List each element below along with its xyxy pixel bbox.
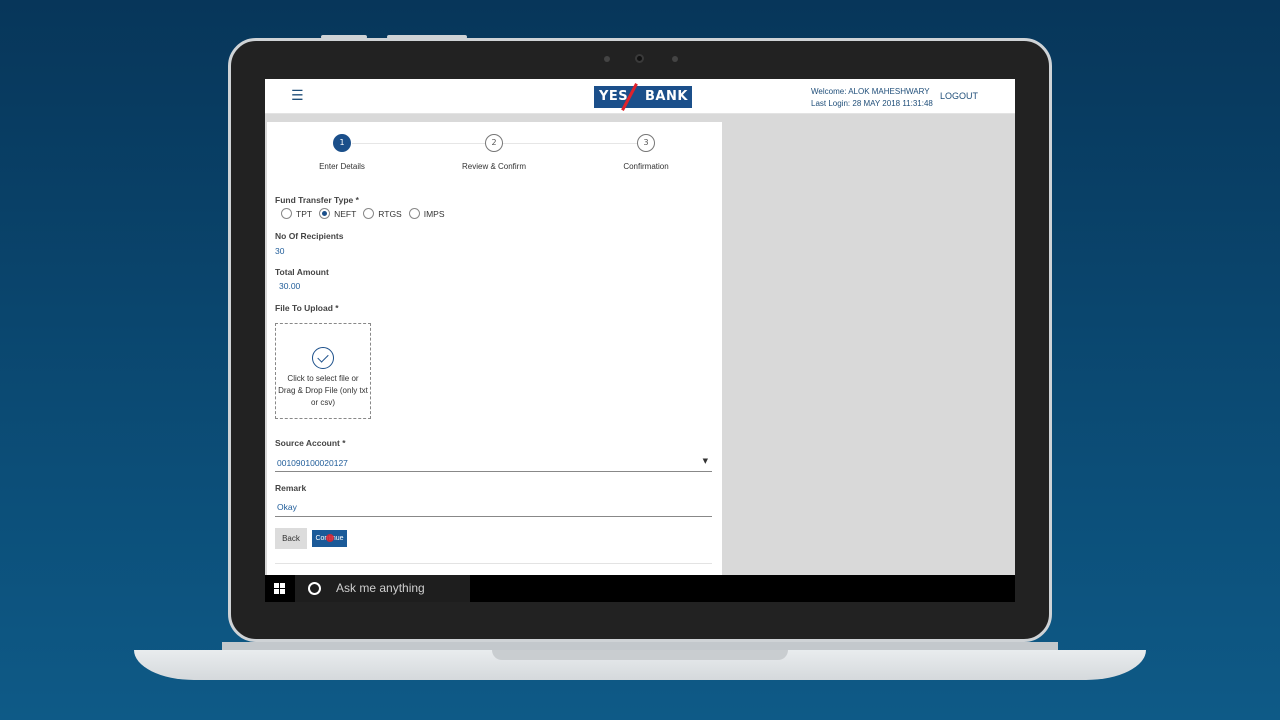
webcam-icon	[635, 54, 644, 63]
sensor-dot-left	[604, 56, 610, 62]
step-number: 2	[485, 134, 503, 152]
radio-button[interactable]	[281, 208, 292, 219]
logout-link[interactable]: LOGOUT	[940, 91, 978, 101]
laptop-base-notch	[492, 650, 788, 660]
step-label: Confirmation	[623, 162, 669, 171]
step-enter-details: 1 Enter Details	[272, 134, 412, 171]
radio-label: NEFT	[334, 208, 357, 219]
file-dropzone[interactable]: Click to select file or Drag & Drop File…	[275, 323, 371, 419]
source-account-select[interactable]: 001090100020127 ▼	[275, 455, 712, 472]
panel-divider	[275, 563, 712, 564]
welcome-text: Welcome: ALOK MAHESHWARY	[811, 87, 930, 96]
step-number: 1	[333, 134, 351, 152]
dropzone-text: Click to select file or Drag & Drop File…	[278, 374, 368, 407]
cursor-click-indicator	[326, 534, 334, 542]
fund-transfer-type-radio-group: TPT NEFT RTGS IMPS	[281, 208, 452, 219]
fund-transfer-panel: 1 Enter Details 2 Review & Confirm 3 Con…	[267, 122, 722, 582]
remark-input[interactable]: Okay	[275, 500, 712, 517]
sensor-dot-right	[672, 56, 678, 62]
radio-button[interactable]	[408, 208, 420, 219]
radio-rtgs[interactable]: RTGS	[363, 208, 402, 219]
radio-neft[interactable]: NEFT	[319, 208, 356, 219]
radio-tpt[interactable]: TPT	[281, 208, 312, 219]
logo-text-bank: BANK	[645, 89, 688, 104]
screen: ☰ YES BANK Welcome: ALOK MAHESHWARY Last…	[265, 79, 1015, 602]
yes-bank-logo[interactable]: YES BANK	[594, 83, 692, 111]
taskbar-search-box[interactable]: Ask me anything	[295, 575, 470, 602]
remark-label: Remark	[275, 483, 307, 493]
radio-button-selected[interactable]	[319, 208, 331, 219]
step-confirmation: 3 Confirmation	[576, 134, 716, 171]
remark-value: Okay	[277, 502, 297, 512]
back-button[interactable]: Back	[275, 528, 307, 549]
step-label: Review & Confirm	[461, 162, 526, 171]
source-account-label: Source Account *	[275, 438, 346, 448]
user-info: Welcome: ALOK MAHESHWARY Last Login: 28 …	[811, 86, 933, 110]
cortana-icon	[308, 582, 321, 595]
radio-button[interactable]	[363, 208, 375, 219]
no-of-recipients-value: 30	[275, 246, 285, 256]
hamburger-menu-icon[interactable]: ☰	[291, 88, 304, 104]
file-to-upload-label: File To Upload *	[275, 303, 339, 313]
source-account-value: 001090100020127	[277, 458, 348, 468]
step-review-confirm: 2 Review & Confirm	[424, 134, 564, 171]
radio-label: TPT	[296, 208, 313, 219]
total-amount-label: Total Amount	[275, 267, 329, 277]
last-login-text: Last Login: 28 MAY 2018 11:31:48	[811, 99, 933, 108]
fund-transfer-type-label: Fund Transfer Type *	[275, 195, 359, 205]
radio-label: IMPS	[423, 208, 445, 219]
caret-down-icon: ▼	[702, 457, 708, 465]
windows-logo-icon	[274, 583, 286, 594]
check-circle-icon	[312, 347, 334, 369]
step-number: 3	[637, 134, 655, 152]
start-button[interactable]	[265, 575, 295, 602]
top-bar: ☰ YES BANK Welcome: ALOK MAHESHWARY Last…	[265, 79, 1015, 114]
no-of-recipients-label: No Of Recipients	[275, 231, 344, 241]
windows-taskbar: Ask me anything	[265, 575, 1015, 602]
radio-label: RTGS	[378, 208, 402, 219]
search-placeholder: Ask me anything	[336, 581, 425, 595]
radio-imps[interactable]: IMPS	[408, 208, 445, 219]
total-amount-value: 30.00	[279, 281, 301, 291]
step-label: Enter Details	[319, 162, 365, 171]
